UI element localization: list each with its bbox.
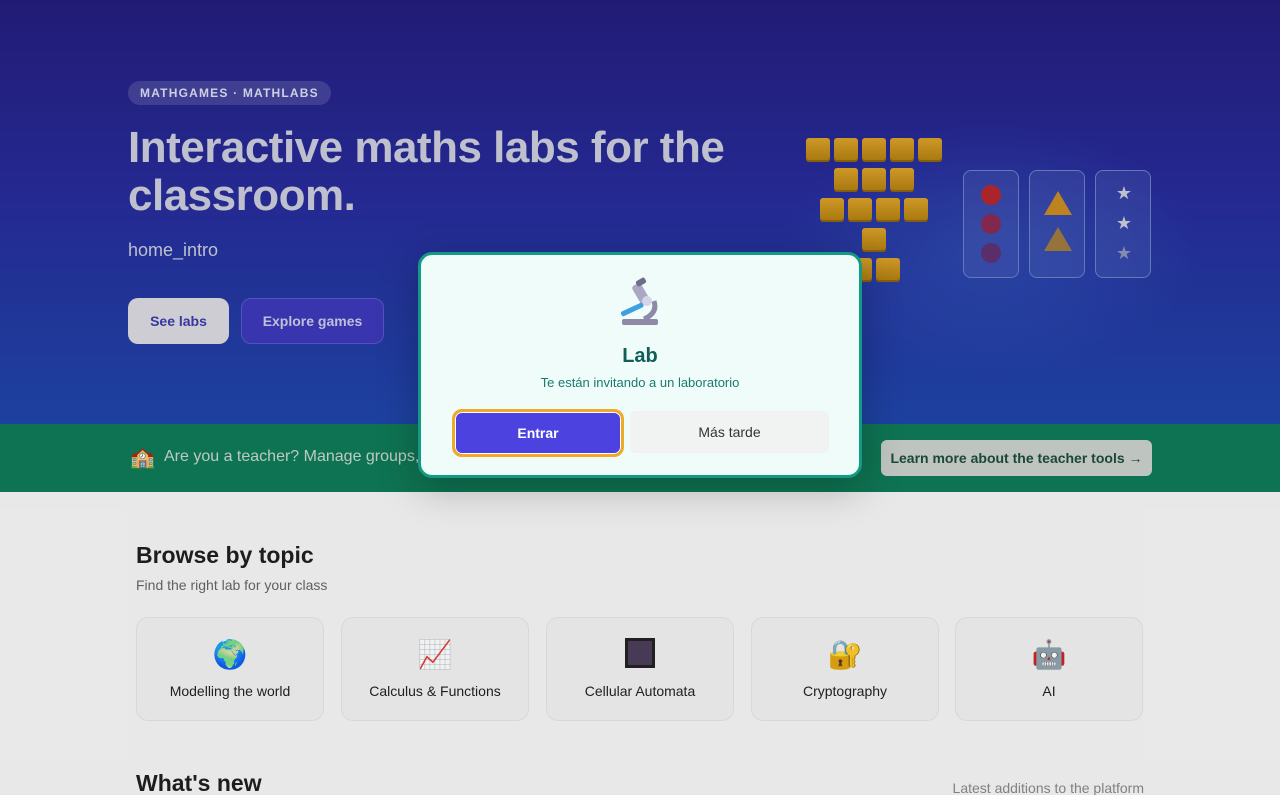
lab-invite-dialog: Lab Te están invitando a un laboratorio … [418,252,862,478]
dialog-title: Lab [622,345,658,367]
later-button[interactable]: Más tarde [630,411,829,453]
dialog-message: Te están invitando a un laboratorio [540,375,740,390]
enter-button[interactable]: Entrar [452,409,624,457]
microscope-icon [421,277,859,334]
